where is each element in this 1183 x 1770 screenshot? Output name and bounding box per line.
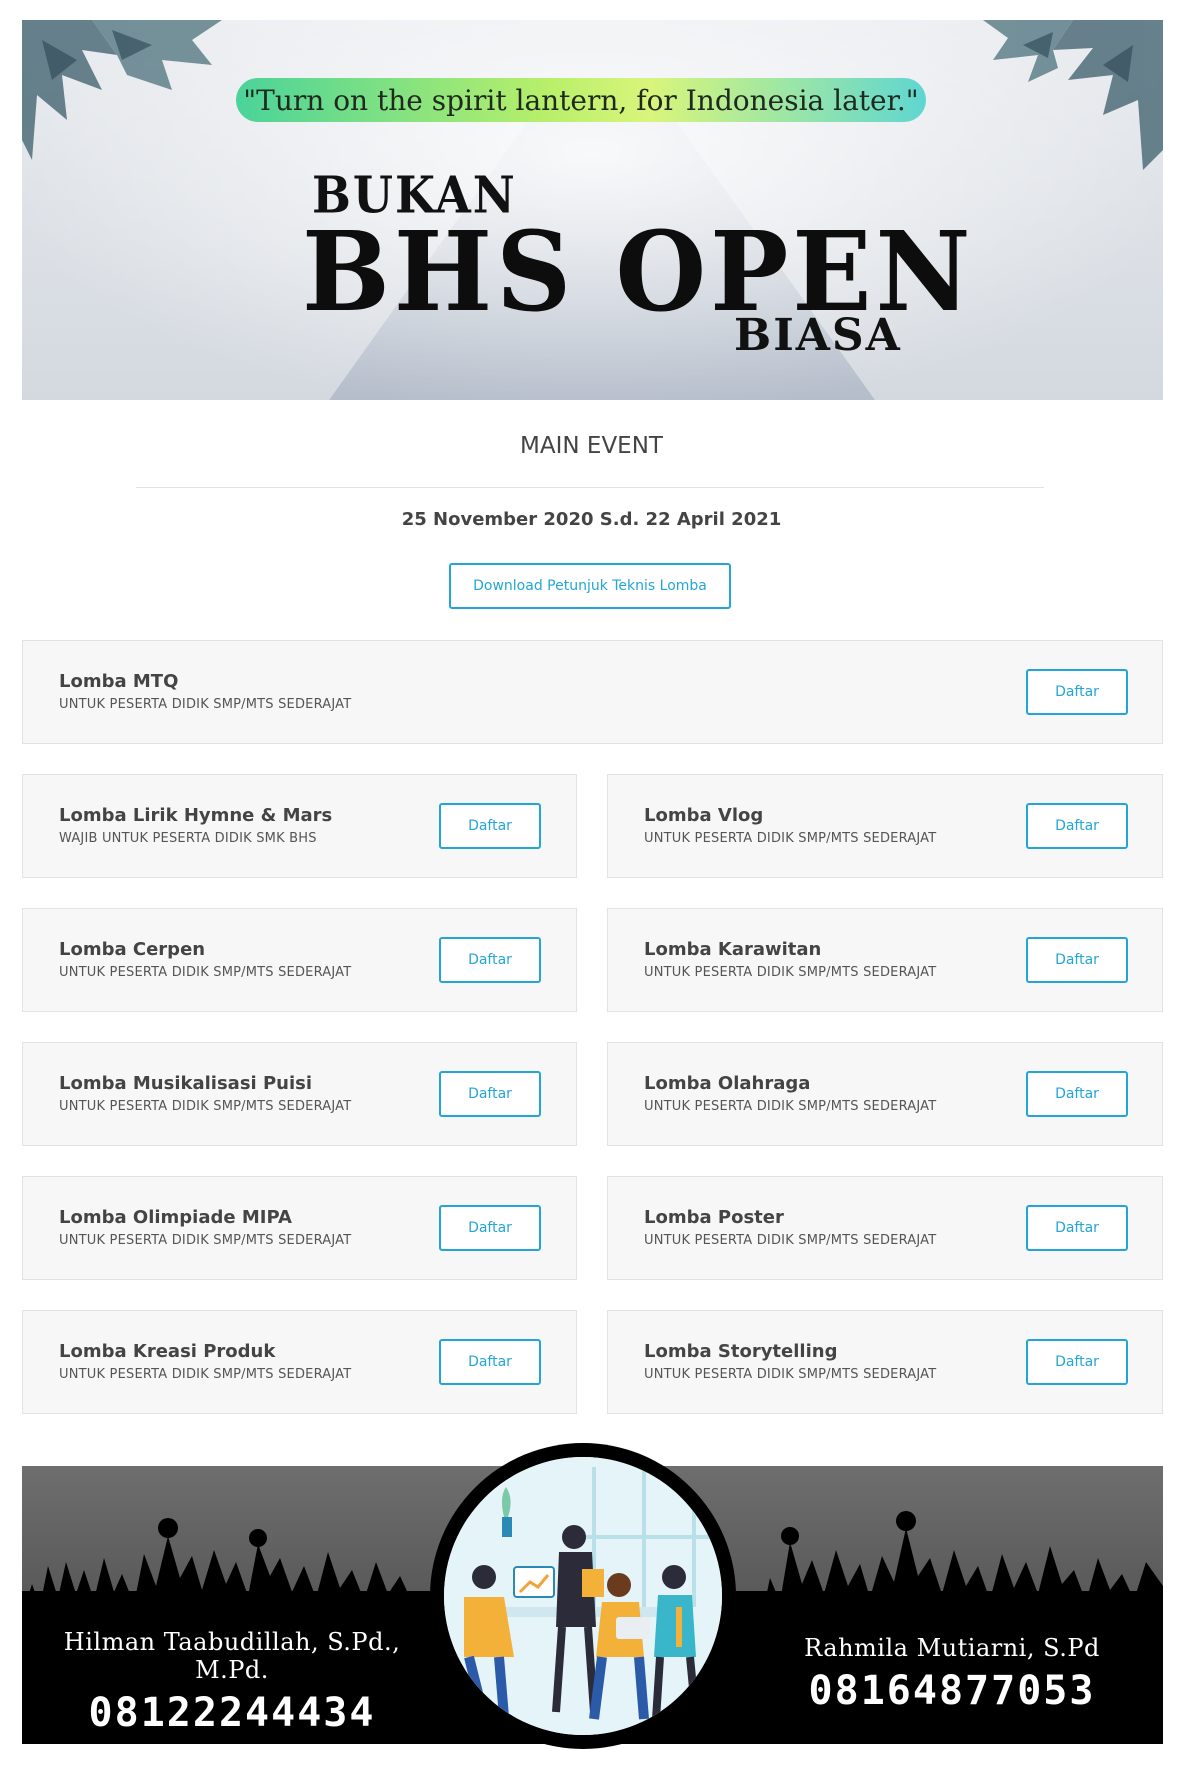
register-button[interactable]: Daftar [1026, 937, 1128, 983]
leaves-left-decoration [22, 20, 222, 160]
hero-banner: "Turn on the spirit lantern, for Indones… [22, 20, 1163, 400]
competition-card-mtq: Lomba MTQ UNTUK PESERTA DIDIK SMP/MTS SE… [22, 640, 1163, 744]
contact-left-phone: 08122244434 [88, 1690, 376, 1736]
competition-name: Lomba Karawitan [644, 939, 822, 960]
competition-card-karawitan: Lomba Karawitan UNTUK PESERTA DIDIK SMP/… [607, 908, 1163, 1012]
title-bottom: BIASA [734, 310, 902, 361]
contact-right: Rahmila Mutiarni, S.Pd 08164877053 [762, 1634, 1142, 1714]
event-date-range: 25 November 2020 S.d. 22 April 2021 [401, 509, 782, 530]
register-button[interactable]: Daftar [1026, 1071, 1128, 1117]
competition-card-vlog: Lomba Vlog UNTUK PESERTA DIDIK SMP/MTS S… [607, 774, 1163, 878]
competition-card-cerpen: Lomba Cerpen UNTUK PESERTA DIDIK SMP/MTS… [22, 908, 577, 1012]
competition-name: Lomba MTQ [59, 671, 179, 692]
register-button[interactable]: Daftar [1026, 669, 1128, 715]
competition-name: Lomba Olahraga [644, 1073, 811, 1094]
quote-text: "Turn on the spirit lantern, for Indones… [243, 83, 919, 117]
competition-card-olahraga: Lomba Olahraga UNTUK PESERTA DIDIK SMP/M… [607, 1042, 1163, 1146]
competition-eligibility: UNTUK PESERTA DIDIK SMP/MTS SEDERAJAT [59, 1099, 352, 1114]
download-guidelines-button[interactable]: Download Petunjuk Teknis Lomba [449, 563, 731, 609]
competition-eligibility: UNTUK PESERTA DIDIK SMP/MTS SEDERAJAT [644, 1367, 937, 1382]
competition-eligibility: UNTUK PESERTA DIDIK SMP/MTS SEDERAJAT [644, 831, 937, 846]
divider [136, 487, 1044, 488]
competition-eligibility: UNTUK PESERTA DIDIK SMP/MTS SEDERAJAT [59, 697, 352, 712]
competition-name: Lomba Cerpen [59, 939, 206, 960]
team-meeting-illustration-icon [444, 1457, 722, 1735]
competition-name: Lomba Storytelling [644, 1341, 838, 1362]
register-button[interactable]: Daftar [439, 1205, 541, 1251]
quote-banner: "Turn on the spirit lantern, for Indones… [236, 78, 926, 122]
competition-eligibility: UNTUK PESERTA DIDIK SMP/MTS SEDERAJAT [59, 965, 352, 980]
competition-card-kreasi-produk: Lomba Kreasi Produk UNTUK PESERTA DIDIK … [22, 1310, 577, 1414]
competition-eligibility: UNTUK PESERTA DIDIK SMP/MTS SEDERAJAT [59, 1233, 352, 1248]
competition-eligibility: UNTUK PESERTA DIDIK SMP/MTS SEDERAJAT [644, 1099, 937, 1114]
competition-eligibility: UNTUK PESERTA DIDIK SMP/MTS SEDERAJAT [59, 1367, 352, 1382]
competition-card-lirik-hymne: Lomba Lirik Hymne & Mars WAJIB UNTUK PES… [22, 774, 577, 878]
register-button[interactable]: Daftar [1026, 1205, 1128, 1251]
contact-left-name: Hilman Taabudillah, S.Pd., M.Pd. [63, 1628, 401, 1684]
register-button[interactable]: Daftar [439, 1071, 541, 1117]
register-button[interactable]: Daftar [1026, 1339, 1128, 1385]
section-title: MAIN EVENT [520, 433, 663, 459]
register-button[interactable]: Daftar [439, 803, 541, 849]
competition-name: Lomba Olimpiade MIPA [59, 1207, 292, 1228]
competition-eligibility: UNTUK PESERTA DIDIK SMP/MTS SEDERAJAT [644, 1233, 937, 1248]
contact-left: Hilman Taabudillah, S.Pd., M.Pd. 0812224… [42, 1628, 422, 1736]
team-illustration [444, 1457, 722, 1735]
team-illustration-frame [430, 1443, 736, 1749]
competition-card-olimpiade-mipa: Lomba Olimpiade MIPA UNTUK PESERTA DIDIK… [22, 1176, 577, 1280]
register-button[interactable]: Daftar [439, 1339, 541, 1385]
competition-card-storytelling: Lomba Storytelling UNTUK PESERTA DIDIK S… [607, 1310, 1163, 1414]
competition-eligibility: UNTUK PESERTA DIDIK SMP/MTS SEDERAJAT [644, 965, 937, 980]
competition-name: Lomba Musikalisasi Puisi [59, 1073, 313, 1094]
register-button[interactable]: Daftar [439, 937, 541, 983]
competition-name: Lomba Kreasi Produk [59, 1341, 276, 1362]
competition-name: Lomba Lirik Hymne & Mars [59, 805, 333, 826]
competition-eligibility: WAJIB UNTUK PESERTA DIDIK SMK BHS [59, 831, 317, 846]
competition-card-musikalisasi-puisi: Lomba Musikalisasi Puisi UNTUK PESERTA D… [22, 1042, 577, 1146]
competition-name: Lomba Vlog [644, 805, 764, 826]
contact-right-name: Rahmila Mutiarni, S.Pd [804, 1634, 1100, 1662]
leaves-right-decoration [983, 20, 1163, 170]
competition-name: Lomba Poster [644, 1207, 784, 1228]
competition-card-poster: Lomba Poster UNTUK PESERTA DIDIK SMP/MTS… [607, 1176, 1163, 1280]
contact-right-phone: 08164877053 [808, 1668, 1096, 1714]
register-button[interactable]: Daftar [1026, 803, 1128, 849]
